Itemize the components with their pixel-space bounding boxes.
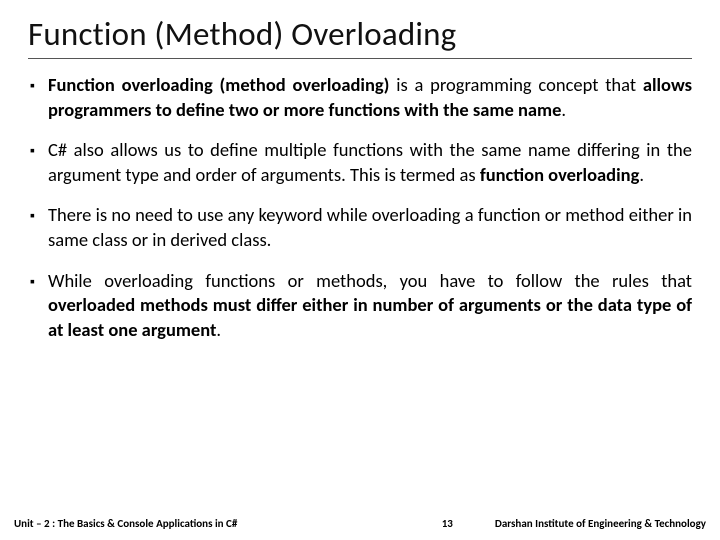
slide-title: Function (Method) Overloading	[28, 14, 692, 59]
bullet-text: C# also allows us to define multiple fun…	[48, 138, 692, 187]
bullet-item: ▪ While overloading functions or methods…	[28, 269, 692, 343]
bullet-item: ▪ Function overloading (method overloadi…	[28, 73, 692, 122]
slide: Function (Method) Overloading ▪ Function…	[0, 0, 720, 540]
bullet-item: ▪ There is no need to use any keyword wh…	[28, 203, 692, 252]
bullet-text: Function overloading (method overloading…	[48, 73, 692, 122]
slide-body: ▪ Function overloading (method overloadi…	[28, 73, 692, 342]
footer-institute: Darshan Institute of Engineering & Techn…	[495, 517, 720, 530]
bullet-text: While overloading functions or methods, …	[48, 269, 692, 343]
footer-page-number: 13	[442, 517, 495, 530]
bullet-marker-icon: ▪	[28, 138, 48, 164]
bullet-text: There is no need to use any keyword whil…	[48, 203, 692, 252]
bullet-marker-icon: ▪	[28, 269, 48, 295]
bullet-marker-icon: ▪	[28, 73, 48, 99]
bullet-item: ▪ C# also allows us to define multiple f…	[28, 138, 692, 187]
bullet-marker-icon: ▪	[28, 203, 48, 229]
footer-unit-label: Unit – 2 : The Basics & Console Applicat…	[0, 517, 237, 530]
slide-footer: Unit – 2 : The Basics & Console Applicat…	[0, 517, 720, 530]
